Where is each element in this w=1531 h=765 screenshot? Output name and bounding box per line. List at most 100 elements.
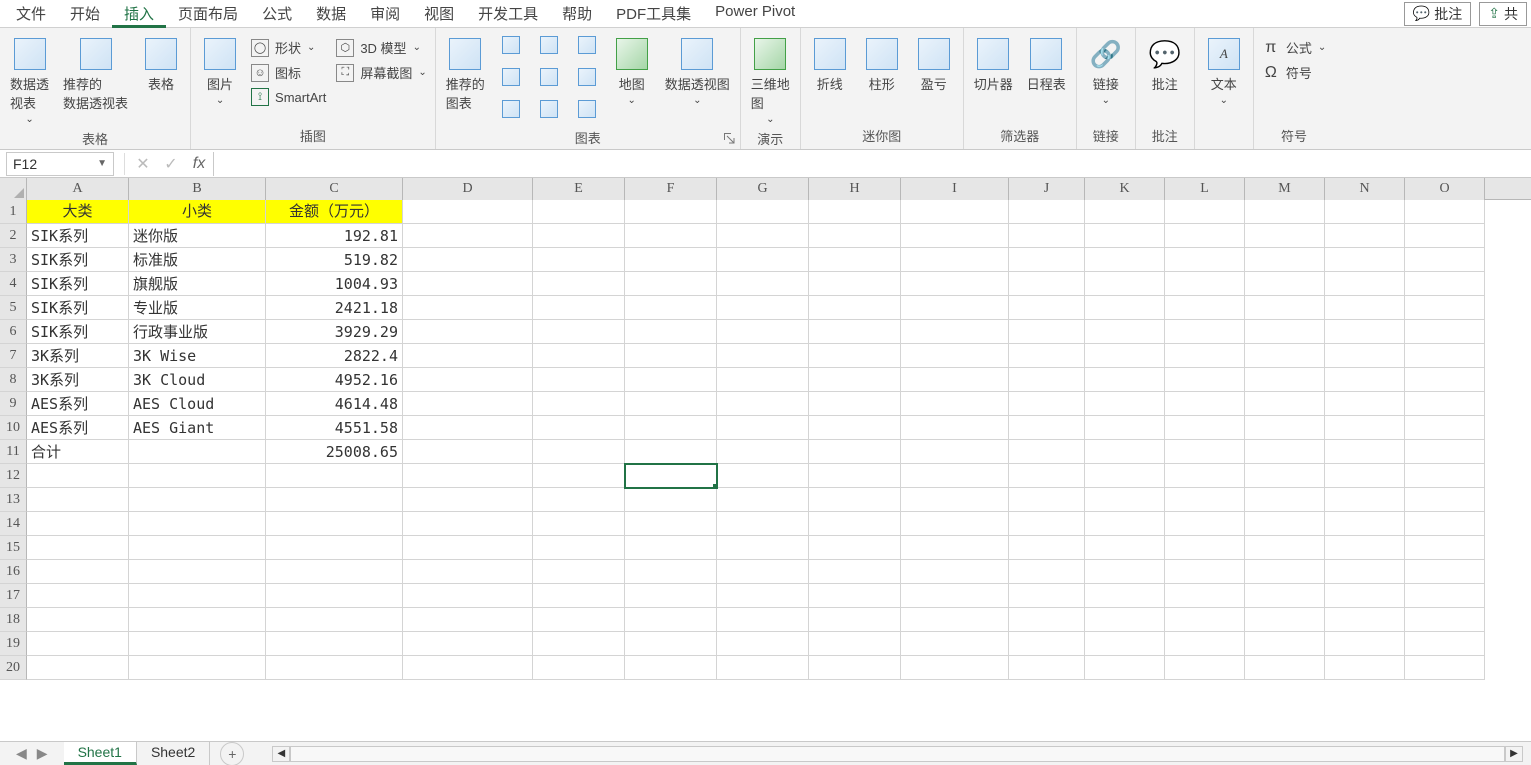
menu-item-Power Pivot[interactable]: Power Pivot (703, 0, 807, 28)
cell-A20[interactable] (27, 656, 129, 680)
cell-E14[interactable] (533, 512, 625, 536)
cell-N1[interactable] (1325, 200, 1405, 224)
column-header-G[interactable]: G (717, 178, 809, 200)
cell-E1[interactable] (533, 200, 625, 224)
column-header-D[interactable]: D (403, 178, 533, 200)
cell-F15[interactable] (625, 536, 717, 560)
cell-I2[interactable] (901, 224, 1009, 248)
3d-models-button[interactable]: ⬡3D 模型⌄ (336, 38, 426, 57)
cell-D1[interactable] (403, 200, 533, 224)
cell-E9[interactable] (533, 392, 625, 416)
pivottable-button[interactable]: 数据透 视表⌄ (8, 34, 51, 127)
cell-L17[interactable] (1165, 584, 1245, 608)
cell-E19[interactable] (533, 632, 625, 656)
cell-C8[interactable]: 4952.16 (266, 368, 403, 392)
cell-G3[interactable] (717, 248, 809, 272)
cell-C1[interactable]: 金额（万元） (266, 200, 403, 224)
cell-B11[interactable] (129, 440, 266, 464)
column-header-H[interactable]: H (809, 178, 901, 200)
cell-N9[interactable] (1325, 392, 1405, 416)
cell-K7[interactable] (1085, 344, 1165, 368)
column-header-F[interactable]: F (625, 178, 717, 200)
cell-C3[interactable]: 519.82 (266, 248, 403, 272)
cell-L13[interactable] (1165, 488, 1245, 512)
cell-H14[interactable] (809, 512, 901, 536)
cell-A14[interactable] (27, 512, 129, 536)
menu-item-数据[interactable]: 数据 (304, 0, 358, 28)
3d-map-button[interactable]: 三维地 图⌄ (749, 34, 792, 127)
row-header-15[interactable]: 15 (0, 536, 27, 560)
insert-function-button[interactable]: fx (185, 152, 213, 176)
shapes-button[interactable]: ◯形状⌄ (251, 38, 326, 57)
cell-F10[interactable] (625, 416, 717, 440)
cell-M9[interactable] (1245, 392, 1325, 416)
cell-A1[interactable]: 大类 (27, 200, 129, 224)
cell-E18[interactable] (533, 608, 625, 632)
comments-button[interactable]: 💬 批注 (1404, 2, 1471, 26)
row-header-18[interactable]: 18 (0, 608, 27, 632)
cell-B16[interactable] (129, 560, 266, 584)
cell-N14[interactable] (1325, 512, 1405, 536)
cell-N19[interactable] (1325, 632, 1405, 656)
cell-N13[interactable] (1325, 488, 1405, 512)
row-header-14[interactable]: 14 (0, 512, 27, 536)
cell-F19[interactable] (625, 632, 717, 656)
menu-item-帮助[interactable]: 帮助 (550, 0, 604, 28)
cell-J3[interactable] (1009, 248, 1085, 272)
cell-O4[interactable] (1405, 272, 1485, 296)
cell-F5[interactable] (625, 296, 717, 320)
cell-G20[interactable] (717, 656, 809, 680)
cell-E17[interactable] (533, 584, 625, 608)
cell-B1[interactable]: 小类 (129, 200, 266, 224)
cell-G16[interactable] (717, 560, 809, 584)
name-box-dropdown-icon[interactable]: ▼ (97, 158, 107, 169)
cell-L16[interactable] (1165, 560, 1245, 584)
cell-L8[interactable] (1165, 368, 1245, 392)
cell-O9[interactable] (1405, 392, 1485, 416)
cell-L2[interactable] (1165, 224, 1245, 248)
cell-D14[interactable] (403, 512, 533, 536)
slicer-button[interactable]: 切片器 (972, 34, 1015, 95)
menu-item-视图[interactable]: 视图 (412, 0, 466, 28)
cell-M2[interactable] (1245, 224, 1325, 248)
cell-K19[interactable] (1085, 632, 1165, 656)
share-button[interactable]: ⇪ 共 (1479, 2, 1527, 26)
column-header-C[interactable]: C (266, 178, 403, 200)
cell-O11[interactable] (1405, 440, 1485, 464)
cell-N3[interactable] (1325, 248, 1405, 272)
cell-G15[interactable] (717, 536, 809, 560)
cell-I19[interactable] (901, 632, 1009, 656)
cell-M13[interactable] (1245, 488, 1325, 512)
row-header-6[interactable]: 6 (0, 320, 27, 344)
cell-G1[interactable] (717, 200, 809, 224)
cell-B20[interactable] (129, 656, 266, 680)
cell-F13[interactable] (625, 488, 717, 512)
row-header-8[interactable]: 8 (0, 368, 27, 392)
cell-K6[interactable] (1085, 320, 1165, 344)
cell-N4[interactable] (1325, 272, 1405, 296)
cell-I9[interactable] (901, 392, 1009, 416)
cell-C18[interactable] (266, 608, 403, 632)
cell-J19[interactable] (1009, 632, 1085, 656)
column-header-I[interactable]: I (901, 178, 1009, 200)
cell-G5[interactable] (717, 296, 809, 320)
cell-I7[interactable] (901, 344, 1009, 368)
cell-D12[interactable] (403, 464, 533, 488)
row-header-16[interactable]: 16 (0, 560, 27, 584)
cell-G6[interactable] (717, 320, 809, 344)
cell-J5[interactable] (1009, 296, 1085, 320)
cell-M11[interactable] (1245, 440, 1325, 464)
cell-N11[interactable] (1325, 440, 1405, 464)
cell-D4[interactable] (403, 272, 533, 296)
cell-I16[interactable] (901, 560, 1009, 584)
cell-B3[interactable]: 标准版 (129, 248, 266, 272)
cell-M7[interactable] (1245, 344, 1325, 368)
cell-F14[interactable] (625, 512, 717, 536)
cell-F7[interactable] (625, 344, 717, 368)
cell-K20[interactable] (1085, 656, 1165, 680)
row-header-13[interactable]: 13 (0, 488, 27, 512)
cell-H19[interactable] (809, 632, 901, 656)
cell-N18[interactable] (1325, 608, 1405, 632)
cell-A8[interactable]: 3K系列 (27, 368, 129, 392)
column-header-M[interactable]: M (1245, 178, 1325, 200)
